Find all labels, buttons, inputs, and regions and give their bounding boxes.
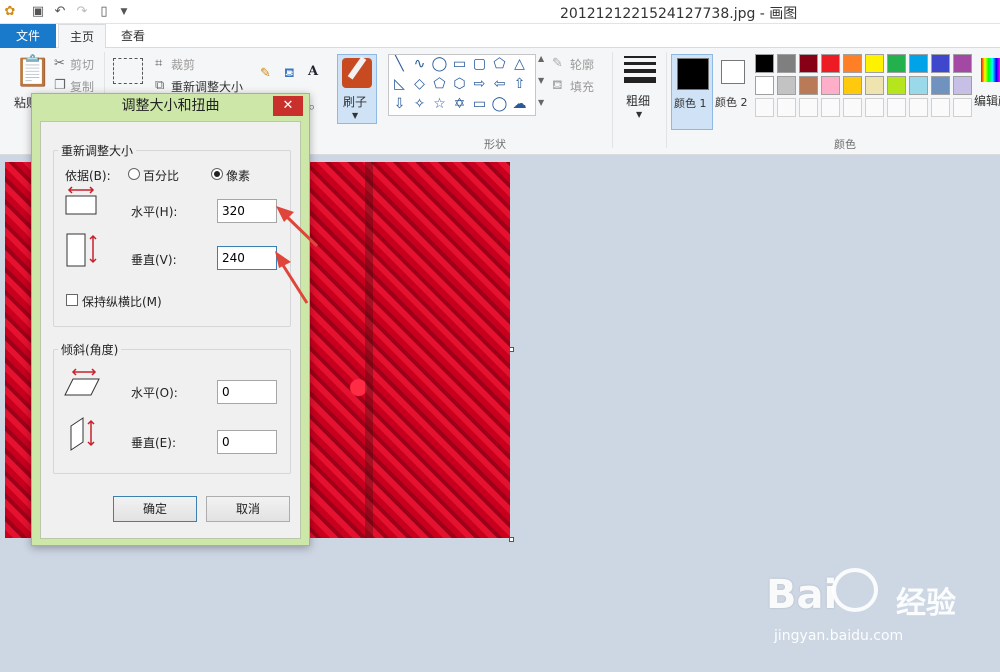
arrow-to-vertical-input	[275, 251, 309, 304]
annotation-arrows	[275, 206, 319, 304]
arrow-to-horizontal-input	[276, 206, 319, 248]
